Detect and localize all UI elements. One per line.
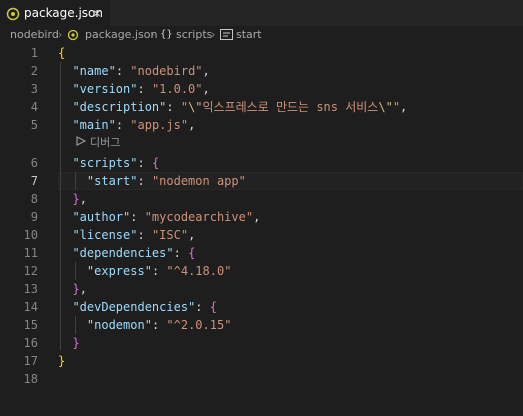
line-number: 18 <box>23 372 38 386</box>
line-number: 2 <box>30 64 38 78</box>
json-value: "nodemon app" <box>151 174 246 188</box>
json-value-quote: " <box>180 100 189 114</box>
line-number: 8 <box>30 192 38 206</box>
json-value: "^2.0.15" <box>166 318 232 332</box>
breadcrumb-folder[interactable]: nodebird <box>10 28 59 41</box>
json-key: "scripts" <box>72 156 138 170</box>
line-number-active: 7 <box>30 174 38 188</box>
line-number: 10 <box>23 228 38 242</box>
line-number: 9 <box>30 210 38 224</box>
json-key: "main" <box>72 118 116 132</box>
json-key: "express" <box>86 264 152 278</box>
bracket: { <box>58 46 66 60</box>
line-number: 3 <box>30 82 38 96</box>
json-key: "description" <box>72 100 167 114</box>
play-icon <box>76 136 86 146</box>
json-value: "nodebird" <box>130 64 203 78</box>
code-line: "devDependencies": { <box>72 300 217 314</box>
code-line: "express": "^4.18.0" <box>86 264 232 278</box>
code-line: }, <box>72 192 87 206</box>
json-value: "ISC" <box>151 228 189 242</box>
code-line: "dependencies": { <box>72 246 196 260</box>
json-key: "devDependencies" <box>72 300 196 314</box>
line-number: 15 <box>23 318 38 332</box>
code-line: "license": "ISC", <box>72 228 196 242</box>
json-value: "1.0.0" <box>151 82 203 96</box>
breadcrumb-start[interactable]: start <box>236 28 262 41</box>
code-line: "scripts": { <box>72 156 160 170</box>
code-line: "version": "1.0.0", <box>72 82 210 96</box>
breadcrumb-scripts[interactable]: scripts <box>176 28 212 41</box>
bracket: } <box>58 354 66 368</box>
line-number: 13 <box>23 282 38 296</box>
line-number: 14 <box>23 300 38 314</box>
line-number: 17 <box>23 354 38 368</box>
tab-package-json[interactable]: package.json × <box>0 0 110 26</box>
line-number: 4 <box>30 100 38 114</box>
json-value: "^4.18.0" <box>166 264 232 278</box>
code-line: } <box>58 334 80 352</box>
code-line: "description": "\"익스프레스로 만드는 sns 서비스\"", <box>72 100 408 114</box>
code-line: "main": "app.js", <box>72 118 196 132</box>
tab-bar: package.json × <box>0 0 523 26</box>
json-value: 익스프레스로 만드는 sns 서비스 <box>202 100 379 114</box>
chevron-right-icon: › <box>150 28 155 41</box>
line-number: 1 <box>30 46 38 60</box>
code-line-active: "start": "nodemon app" <box>86 174 246 188</box>
breadcrumb-file[interactable]: package.json <box>85 28 157 41</box>
json-value: "app.js" <box>130 118 189 132</box>
line-number: 6 <box>30 156 38 170</box>
json-value-quote: " <box>392 100 401 114</box>
code-content: { "name": "nodebird", "version": "1.0.0"… <box>58 44 523 416</box>
code-line: { <box>58 44 65 62</box>
code-editor[interactable]: 1 2 3 4 5 6 7 8 9 10 11 12 13 14 15 16 1… <box>0 44 523 416</box>
json-key: "dependencies" <box>72 246 174 260</box>
code-line: "name": "nodebird", <box>72 64 210 78</box>
bracket: } <box>72 336 80 350</box>
json-file-icon <box>67 29 79 41</box>
json-key: "author" <box>72 210 131 224</box>
line-number: 16 <box>23 336 38 350</box>
breadcrumb: nodebird › package.json › {} scripts › s… <box>0 26 523 44</box>
code-line: } <box>58 352 65 370</box>
bracket: { <box>209 300 217 314</box>
close-icon[interactable]: × <box>90 6 104 20</box>
code-line: "author": "mycodearchive", <box>72 210 261 224</box>
bracket: } <box>72 192 80 206</box>
line-number: 5 <box>30 118 38 132</box>
json-key: "name" <box>72 64 116 78</box>
chevron-right-icon: › <box>58 28 63 41</box>
code-line: }, <box>72 282 87 296</box>
codelens-debug[interactable]: 디버그 <box>76 135 120 151</box>
json-key: "start" <box>86 174 138 188</box>
json-file-icon <box>6 7 20 21</box>
line-number: 12 <box>23 264 38 278</box>
object-braces-icon: {} <box>160 29 173 40</box>
bracket: { <box>188 246 196 260</box>
code-line: "nodemon": "^2.0.15" <box>86 318 232 332</box>
json-key: "nodemon" <box>86 318 152 332</box>
json-key: "version" <box>72 82 138 96</box>
line-number-gutter: 1 2 3 4 5 6 7 8 9 10 11 12 13 14 15 16 1… <box>0 44 46 416</box>
json-key: "license" <box>72 228 138 242</box>
codelens-debug-label: 디버그 <box>90 136 121 149</box>
string-property-icon <box>220 29 233 40</box>
escape-sequence: \" <box>188 100 203 114</box>
json-value: "mycodearchive" <box>144 210 254 224</box>
escape-sequence: \" <box>378 100 393 114</box>
line-number: 11 <box>23 246 38 260</box>
bracket: { <box>151 156 160 170</box>
bracket: } <box>72 282 80 296</box>
chevron-right-icon: › <box>211 28 216 41</box>
